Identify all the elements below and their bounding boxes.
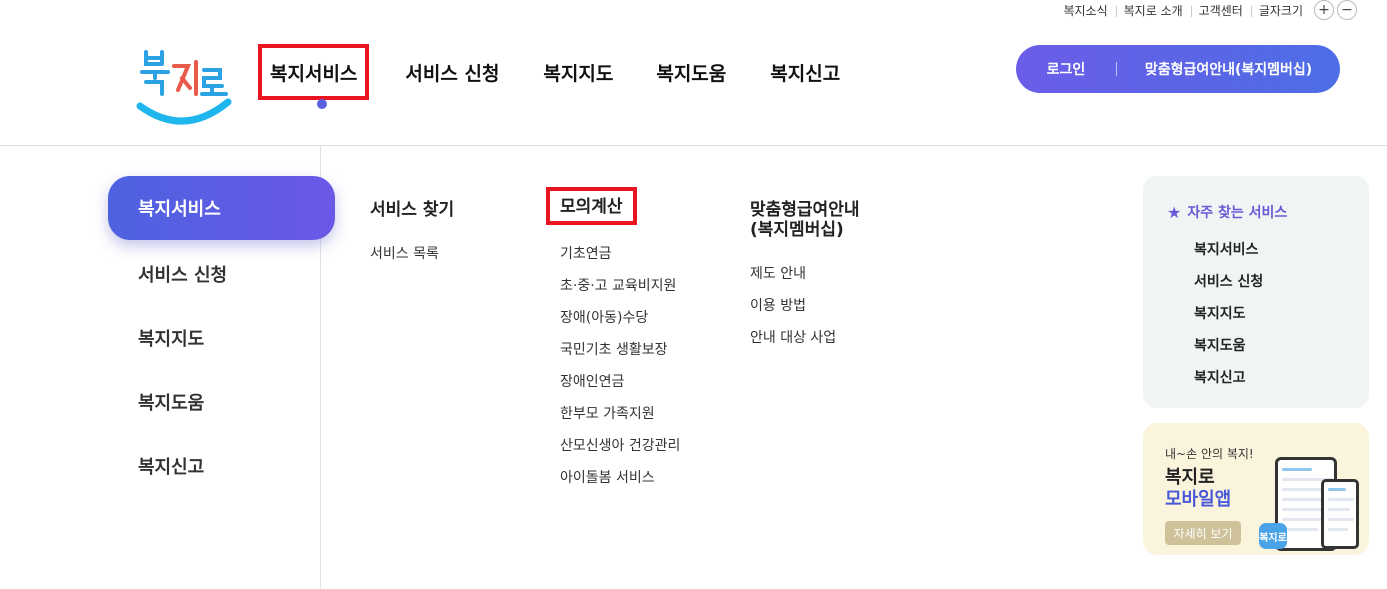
leftmenu-item-welfare-report[interactable]: 복지신고 [138, 453, 204, 479]
favorites-panel: ★ 자주 찾는 서비스 복지서비스 서비스 신청 복지지도 복지도움 복지신고 [1143, 176, 1369, 408]
leftmenu-item-welfare-help[interactable]: 복지도움 [138, 389, 204, 415]
util-link-about[interactable]: 복지로 소개 [1115, 2, 1191, 19]
mobile-app-banner: 내~손 안의 복지! 복지로 모바일앱 자세히 보기 복지로 [1143, 423, 1369, 555]
submenu-item-basic-livelihood[interactable]: 국민기초 생활보장 [560, 339, 668, 359]
favorites-title: ★ 자주 찾는 서비스 [1167, 202, 1287, 222]
login-button[interactable]: 로그인 [1016, 59, 1116, 79]
leftmenu-item-service-apply[interactable]: 서비스 신청 [138, 261, 227, 287]
gnb-item-service-apply[interactable]: 서비스 신청 [405, 59, 499, 86]
header-divider [0, 145, 1387, 146]
submenu-item-service-list[interactable]: 서비스 목록 [370, 243, 439, 263]
gnb-item-label: 복지서비스 [270, 62, 358, 85]
leftmenu-item-welfare-services[interactable]: 복지서비스 [108, 176, 335, 240]
submenu-item-disability-child-allowance[interactable]: 장애(아동)수당 [560, 307, 648, 327]
favorite-item-service-apply[interactable]: 서비스 신청 [1194, 271, 1263, 291]
site-logo[interactable] [136, 44, 232, 128]
favorite-item-welfare-help[interactable]: 복지도움 [1194, 335, 1246, 355]
gnb-item-welfare-help[interactable]: 복지도움 [656, 59, 726, 86]
util-font-size-label: 글자크기 [1250, 2, 1311, 19]
submenu-item-education-support[interactable]: 초·중·고 교육비지원 [560, 275, 676, 295]
submenu-title-mock-calculation[interactable]: 모의계산 [546, 187, 637, 225]
submenu-item-single-parent-support[interactable]: 한부모 가족지원 [560, 403, 655, 423]
app-banner-title2: 모바일앱 [1165, 489, 1232, 510]
gnb-item-welfare-report[interactable]: 복지신고 [770, 59, 840, 86]
submenu-item-how-to-use[interactable]: 이용 방법 [750, 295, 806, 315]
submenu-item-disability-pension[interactable]: 장애인연금 [560, 371, 624, 391]
membership-button[interactable]: 맞춤형급여안내(복지멤버십) [1117, 59, 1340, 79]
submenu-title-membership[interactable]: 맞춤형급여안내 (복지멤버십) [750, 200, 859, 240]
global-nav: 복지서비스 서비스 신청 복지지도 복지도움 복지신고 [258, 44, 840, 109]
page: 복지소식 복지로 소개 고객센터 글자크기 + − 복지서비스 서비스 신청 복… [0, 0, 1387, 589]
font-decrease-button[interactable]: − [1337, 0, 1357, 20]
favorites-title-text: 자주 찾는 서비스 [1187, 205, 1288, 221]
util-link-customer-center[interactable]: 고객센터 [1190, 2, 1251, 19]
gnb-item-welfare-services[interactable]: 복지서비스 [258, 44, 370, 109]
favorite-item-welfare-report[interactable]: 복지신고 [1194, 367, 1246, 387]
gnb-item-welfare-map[interactable]: 복지지도 [543, 59, 613, 86]
font-increase-button[interactable]: + [1314, 0, 1334, 20]
star-icon: ★ [1167, 202, 1182, 222]
submenu-title-line1: 맞춤형급여안내 [750, 200, 860, 220]
phone-small-illustration [1321, 479, 1359, 549]
active-indicator-dot [317, 99, 327, 109]
app-details-button[interactable]: 자세히 보기 [1165, 521, 1241, 545]
utility-bar: 복지소식 복지로 소개 고객센터 글자크기 + − [1055, 0, 1357, 20]
submenu-item-system-guide[interactable]: 제도 안내 [750, 263, 806, 283]
submenu-item-target-programs[interactable]: 안내 대상 사업 [750, 327, 836, 347]
submenu-item-maternal-newborn-care[interactable]: 산모신생아 건강관리 [560, 435, 680, 455]
submenu-item-basic-pension[interactable]: 기초연금 [560, 243, 612, 263]
favorite-item-welfare-services[interactable]: 복지서비스 [1194, 239, 1258, 259]
app-logo-icon: 복지로 [1259, 523, 1287, 549]
util-link-news[interactable]: 복지소식 [1055, 2, 1115, 19]
app-banner-subtitle: 내~손 안의 복지! [1165, 447, 1254, 461]
favorite-item-welfare-map[interactable]: 복지지도 [1194, 303, 1246, 323]
submenu-title-find-service[interactable]: 서비스 찾기 [370, 200, 454, 220]
leftmenu-item-welfare-map[interactable]: 복지지도 [138, 325, 204, 351]
auth-bar: 로그인 맞춤형급여안내(복지멤버십) [1016, 45, 1340, 93]
submenu-title-line2: (복지멤버십) [750, 220, 844, 240]
submenu-item-child-care-service[interactable]: 아이돌봄 서비스 [560, 467, 655, 487]
